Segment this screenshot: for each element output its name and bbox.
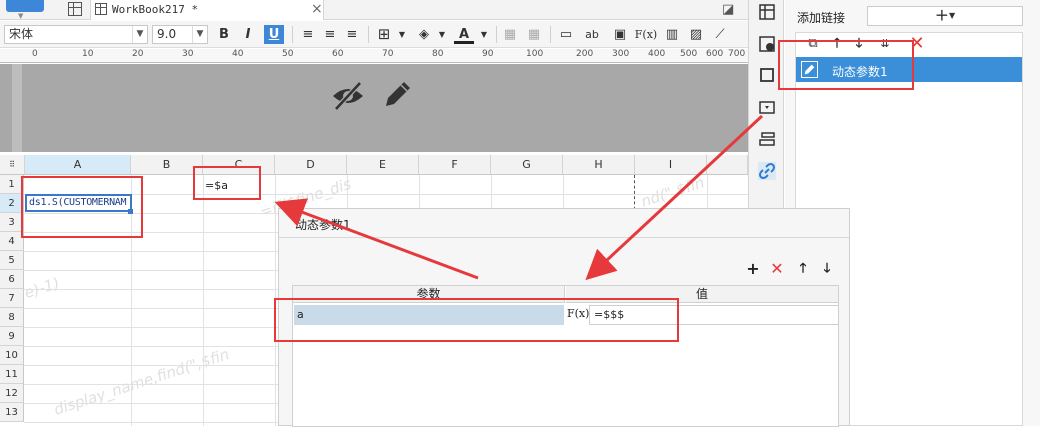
arrow-to-param-row xyxy=(585,114,764,281)
annotation-arrows xyxy=(274,114,764,281)
arrow-to-cell-c1 xyxy=(274,198,479,280)
